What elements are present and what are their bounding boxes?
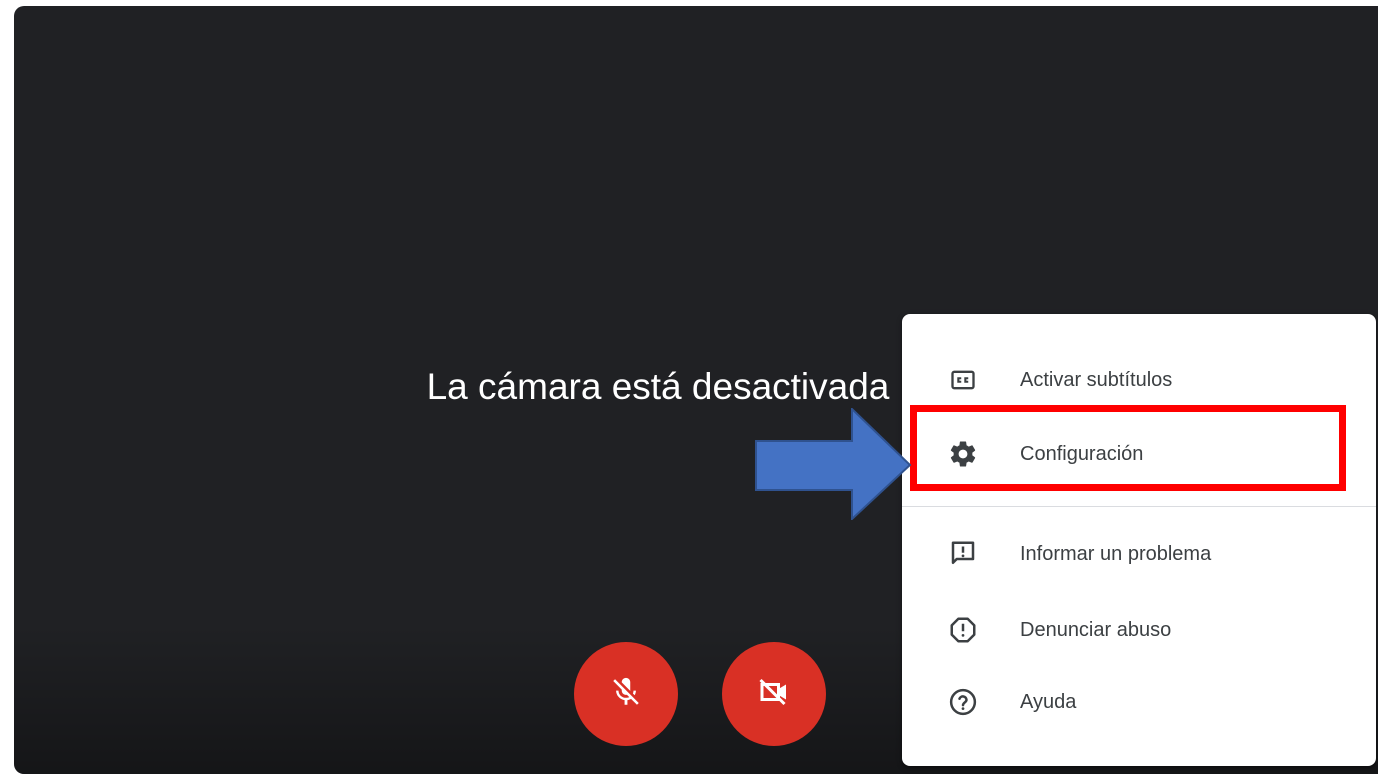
camera-toggle-button[interactable] bbox=[722, 642, 826, 746]
more-options-menu: Activar subtítulos Configuración Informa… bbox=[902, 314, 1376, 766]
mic-off-icon bbox=[609, 675, 643, 714]
closed-caption-icon bbox=[948, 365, 978, 395]
mic-toggle-button[interactable] bbox=[574, 642, 678, 746]
help-icon bbox=[948, 687, 978, 717]
menu-item-settings[interactable]: Configuración bbox=[902, 424, 1376, 484]
feedback-icon bbox=[948, 539, 978, 569]
menu-item-label: Activar subtítulos bbox=[1020, 368, 1173, 391]
menu-item-help[interactable]: Ayuda bbox=[902, 672, 1376, 732]
menu-item-report-problem[interactable]: Informar un problema bbox=[902, 524, 1376, 584]
menu-item-label: Denunciar abuso bbox=[1020, 618, 1172, 641]
menu-item-label: Informar un problema bbox=[1020, 542, 1212, 565]
menu-divider bbox=[902, 506, 1376, 507]
report-icon bbox=[948, 615, 978, 645]
gear-icon bbox=[948, 439, 978, 469]
videocam-off-icon bbox=[756, 674, 792, 715]
menu-item-label: Configuración bbox=[1020, 442, 1144, 465]
menu-item-report-abuse[interactable]: Denunciar abuso bbox=[902, 600, 1376, 660]
menu-item-captions[interactable]: Activar subtítulos bbox=[902, 350, 1376, 410]
menu-item-label: Ayuda bbox=[1020, 690, 1077, 713]
